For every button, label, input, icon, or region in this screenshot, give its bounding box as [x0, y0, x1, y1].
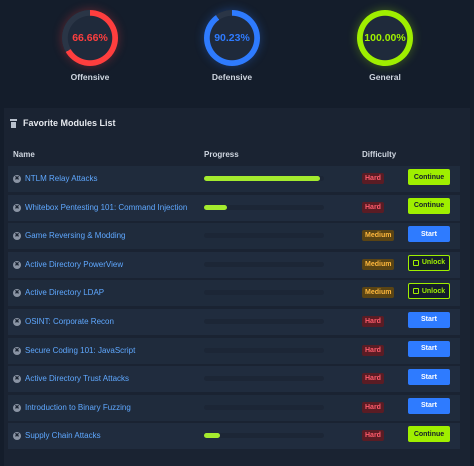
progress-bar [204, 290, 324, 296]
offensive-percentage: 66.66% [72, 32, 108, 44]
module-name-link[interactable]: OSINT: Corporate Recon [25, 317, 114, 326]
progress-bar [204, 433, 324, 439]
module-row[interactable]: ✖ OSINT: Corporate Recon Hard Start [8, 308, 460, 335]
module-name-link[interactable]: Active Directory PowerView [25, 260, 123, 269]
unlock-button[interactable]: Unlock [408, 254, 450, 271]
continue-button[interactable]: Continue [408, 197, 450, 214]
progress-fill [204, 204, 227, 210]
difficulty-badge: Medium [362, 230, 395, 242]
progress-bar [204, 376, 324, 382]
continue-button[interactable]: Continue [408, 426, 450, 443]
panel-header: Favorite Modules List [10, 118, 116, 128]
table-header: Name Progress Difficulty [4, 148, 470, 162]
module-name-link[interactable]: Supply Chain Attacks [25, 431, 101, 440]
remove-favorite-icon[interactable]: ✖ [13, 346, 21, 355]
unlock-button-label: Unlock [421, 287, 446, 295]
unlock-icon [412, 259, 419, 266]
remove-favorite-icon[interactable]: ✖ [13, 375, 21, 384]
header-progress: Progress [204, 150, 239, 159]
difficulty-badge: Medium [362, 287, 395, 299]
difficulty-badge: Hard [362, 430, 384, 442]
remove-favorite-icon[interactable]: ✖ [13, 317, 21, 326]
module-name-link[interactable]: Game Reversing & Modding [25, 231, 126, 240]
unlock-button-label: Unlock [421, 259, 446, 267]
module-row[interactable]: ✖ Active Directory PowerView Medium Unlock [8, 251, 460, 278]
trash-icon [10, 118, 17, 128]
unlock-icon [412, 288, 419, 295]
stat-offensive: 66.66% Offensive [45, 10, 135, 82]
offensive-label: Offensive [70, 72, 110, 82]
module-row[interactable]: ✖ Introduction to Binary Fuzzing Hard Start [8, 394, 460, 421]
start-button[interactable]: Start [408, 397, 450, 414]
module-name-link[interactable]: NTLM Relay Attacks [25, 174, 97, 183]
module-name-link[interactable]: Whitebox Pentesting 101: Command Injecti… [25, 203, 187, 212]
panel-title: Favorite Modules List [23, 118, 116, 128]
progress-bar [204, 347, 324, 353]
difficulty-badge: Hard [362, 173, 384, 184]
remove-favorite-icon[interactable]: ✖ [13, 203, 21, 212]
module-name-link[interactable]: Active Directory Trust Attacks [25, 374, 129, 383]
module-row[interactable]: ✖ NTLM Relay Attacks Hard Continue [8, 166, 460, 192]
unlock-button[interactable]: Unlock [408, 283, 450, 300]
general-label: General [369, 72, 401, 82]
remove-favorite-icon[interactable]: ✖ [13, 175, 21, 183]
progress-bar [204, 233, 324, 239]
module-row[interactable]: ✖ Secure Coding 101: JavaScript Hard Start [8, 337, 460, 364]
modules-list: ✖ NTLM Relay Attacks Hard Continue ✖ Whitebox… [8, 166, 460, 452]
progress-bar [204, 404, 324, 410]
progress-bar [204, 176, 324, 181]
module-name-link[interactable]: Active Directory LDAP [25, 288, 104, 297]
progress-bar [204, 204, 324, 210]
remove-favorite-icon[interactable]: ✖ [13, 232, 21, 241]
difficulty-badge: Hard [362, 344, 384, 356]
stat-defensive: 90.23% Defensive [187, 10, 277, 82]
module-row[interactable]: ✖ Active Directory LDAP Medium Unlock [8, 280, 460, 307]
progress-fill [204, 433, 220, 439]
general-percentage: 100.00% [364, 32, 406, 44]
general-progress-ring: 100.00% [357, 10, 413, 66]
continue-button[interactable]: Continue [408, 169, 450, 185]
difficulty-badge: Hard [362, 373, 384, 385]
module-row[interactable]: ✖ Active Directory Trust Attacks Hard Start [8, 366, 460, 393]
stats-bar: 66.66% Offensive 90.23% Defensive 100.00… [0, 0, 474, 96]
offensive-progress-ring: 66.66% [62, 10, 118, 66]
difficulty-badge: Medium [362, 258, 395, 270]
start-button[interactable]: Start [408, 369, 450, 386]
continue-button-label: Continue [413, 430, 445, 438]
favorite-modules-panel: Favorite Modules List Name Progress Diff… [4, 108, 470, 466]
difficulty-badge: Hard [362, 315, 384, 327]
start-button-label: Start [421, 230, 437, 238]
start-button-label: Start [421, 373, 437, 381]
header-difficulty: Difficulty [362, 150, 397, 159]
module-name-link[interactable]: Introduction to Binary Fuzzing [25, 403, 131, 412]
module-row[interactable]: ✖ Whitebox Pentesting 101: Command Inject… [8, 194, 460, 221]
continue-button-label: Continue [413, 202, 445, 210]
start-button-label: Start [421, 316, 437, 324]
start-button[interactable]: Start [408, 311, 450, 328]
start-button[interactable]: Start [408, 226, 450, 243]
remove-favorite-icon[interactable]: ✖ [13, 260, 21, 269]
remove-favorite-icon[interactable]: ✖ [13, 289, 21, 298]
stat-general: 100.00% General [340, 10, 430, 82]
start-button-label: Start [421, 345, 437, 353]
module-row[interactable]: ✖ Supply Chain Attacks Hard Continue [8, 423, 460, 450]
start-button[interactable]: Start [408, 340, 450, 357]
progress-bar [204, 318, 324, 324]
defensive-progress-ring: 90.23% [204, 10, 260, 66]
difficulty-badge: Hard [362, 201, 384, 213]
defensive-label: Defensive [211, 72, 253, 82]
defensive-percentage: 90.23% [214, 32, 250, 44]
remove-favorite-icon[interactable]: ✖ [13, 432, 21, 441]
start-button-label: Start [421, 402, 437, 410]
module-name-link[interactable]: Secure Coding 101: JavaScript [25, 346, 135, 355]
progress-fill [204, 176, 321, 181]
header-name: Name [13, 150, 35, 159]
module-row[interactable]: ✖ Game Reversing & Modding Medium Start [8, 223, 460, 250]
difficulty-badge: Hard [362, 401, 384, 413]
remove-favorite-icon[interactable]: ✖ [13, 403, 21, 412]
continue-button-label: Continue [413, 173, 445, 181]
progress-bar [204, 261, 324, 267]
